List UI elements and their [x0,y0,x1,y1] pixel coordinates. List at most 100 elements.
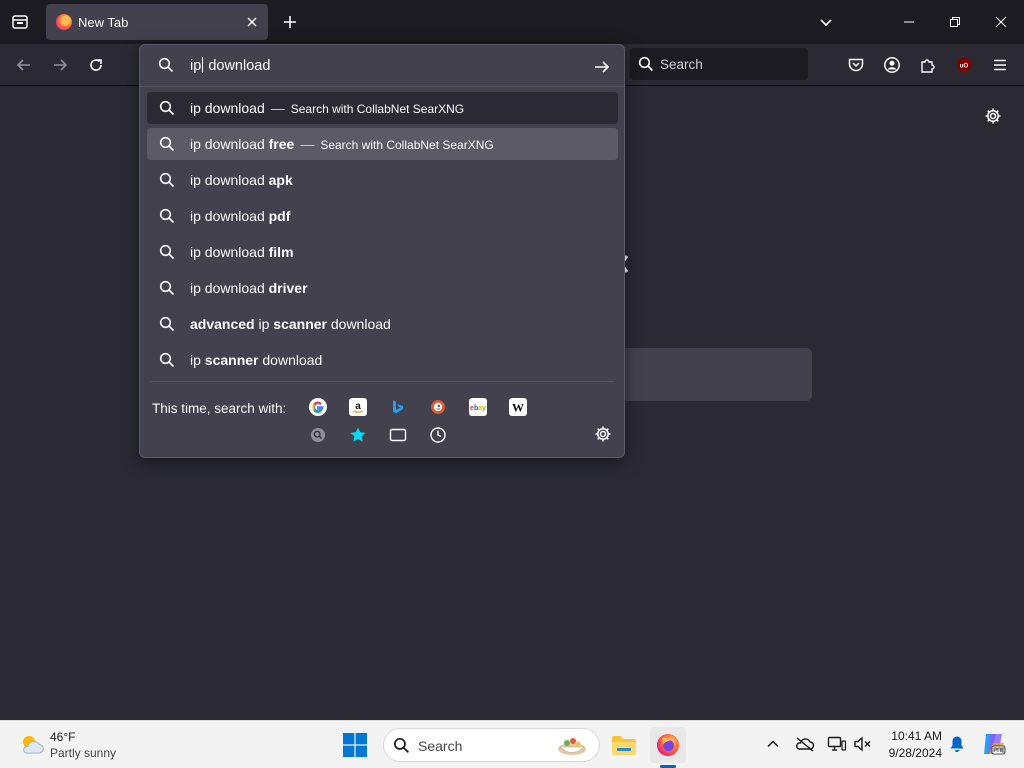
file-explorer-app[interactable] [606,727,642,763]
suggestion-list: ip download — Search with CollabNet SearXN… [147,92,619,380]
clock-time[interactable]: 10:41 AM [884,729,942,743]
list-all-tabs-button[interactable] [814,10,838,34]
gear-icon [985,108,1001,124]
close-icon [995,16,1007,28]
plus-icon [284,16,296,28]
clock-date[interactable]: 9/28/2024 [880,746,942,760]
network-status[interactable] [826,733,848,755]
search-highlight-icon [558,738,586,755]
tabs-mode-button[interactable] [389,426,407,444]
chevron-up-icon [767,740,779,748]
close-window-button[interactable] [978,0,1024,44]
urlbar-input[interactable]: ip download [190,57,270,74]
search-engine-mode-button[interactable] [309,426,327,444]
chevron-down-icon [820,19,832,27]
pocket-icon [848,58,864,72]
duckduckgo-engine-button[interactable] [429,398,447,416]
google-icon [312,401,324,414]
go-button[interactable] [590,55,614,79]
search-icon [393,737,410,754]
suggestion-row[interactable]: ip scanner download [147,344,618,376]
back-button[interactable] [12,53,36,77]
search-settings-button[interactable] [594,425,612,443]
suggestion-row[interactable]: ip download film [147,236,618,268]
search-bar[interactable]: Search [630,48,808,80]
page-settings-button[interactable] [982,105,1004,127]
volume-status[interactable] [852,733,874,755]
arrow-left-icon [16,59,30,71]
forward-button[interactable] [48,53,72,77]
reload-icon [90,59,102,71]
bookmarks-star-icon [350,427,366,442]
weather-widget[interactable] [18,731,46,759]
amazon-icon: a [353,401,363,413]
urlbar-text-prefix: ip [190,58,202,74]
onedrive-status[interactable] [794,733,816,755]
ublock-origin-icon: uO [957,57,971,73]
google-engine-button[interactable] [309,398,327,416]
hamburger-menu-icon [994,59,1006,71]
suggestion-text: ip download pdf [190,208,291,224]
network-icon [827,736,847,751]
search-engine-icon [311,428,325,442]
urlbar[interactable]: ip download [140,45,624,87]
pocket-button[interactable] [844,53,868,77]
reload-button[interactable] [84,53,108,77]
search-icon [159,208,175,224]
bookmarks-mode-button[interactable] [349,426,367,444]
search-icon [159,244,175,260]
suggestion-row[interactable]: ip download pdf [147,200,618,232]
search-icon [159,136,175,152]
taskbar-search-box[interactable]: Search [383,728,600,762]
suggestion-text: ip download — Search with CollabNet SearXN… [190,100,465,116]
suggestion-separator: — [270,100,285,116]
account-button[interactable] [880,53,904,77]
suggestion-action: Search with CollabNet SearXNG [290,102,465,116]
firefox-app[interactable] [650,727,686,763]
oneoff-label: This time, search with: [152,401,287,416]
puzzle-icon [921,59,935,73]
copilot-icon [984,734,1006,755]
wikipedia-engine-button[interactable]: W [509,398,527,416]
urlbar-text-suffix: download [204,58,271,74]
svg-text:W: W [512,401,524,415]
ebay-icon: ebay [470,405,486,412]
new-tab-button[interactable] [278,10,302,34]
suggestion-row[interactable]: ip download — Search with CollabNet SearXN… [147,92,618,124]
firefox-view-button[interactable] [8,10,32,34]
suggestion-row[interactable]: advanced ip scanner download [147,308,618,340]
bing-icon [393,400,403,414]
firefox-view-icon [12,15,28,29]
arrow-right-icon [595,61,610,73]
extensions-button[interactable] [916,53,940,77]
restore-button[interactable] [932,0,978,44]
history-mode-button[interactable] [429,426,447,444]
ublock-origin-button[interactable]: uO [952,53,976,77]
suggestion-row[interactable]: ip download driver [147,272,618,304]
copilot-button[interactable] [980,731,1006,757]
close-icon [247,17,257,27]
show-hidden-icons-button[interactable] [762,733,784,755]
taskbar-search-placeholder: Search [418,738,463,754]
start-button[interactable] [342,732,368,758]
notifications-button[interactable] [946,733,968,755]
tab-bar: New Tab [0,0,1024,44]
bell-icon [950,736,964,752]
app-menu-button[interactable] [988,53,1012,77]
suggestion-row[interactable]: ip download free — Search with CollabNet S… [147,128,618,160]
suggestion-row[interactable]: ip download apk [147,164,618,196]
svg-text:uO: uO [960,64,969,70]
page-search-box[interactable] [600,348,812,401]
minimize-button[interactable] [886,0,932,44]
bing-engine-button[interactable] [389,398,407,416]
search-bar-placeholder: Search [660,57,703,72]
suggestion-separator: — [300,136,315,152]
weather-description: Partly sunny [50,746,117,760]
tab-close-button[interactable] [244,14,260,30]
search-icon [159,316,175,332]
minimize-icon [904,21,914,23]
windows-logo-icon [343,733,367,757]
tab-new-tab[interactable]: New Tab [46,4,268,40]
amazon-engine-button[interactable]: a [349,398,367,416]
ebay-engine-button[interactable]: ebay [469,398,487,416]
